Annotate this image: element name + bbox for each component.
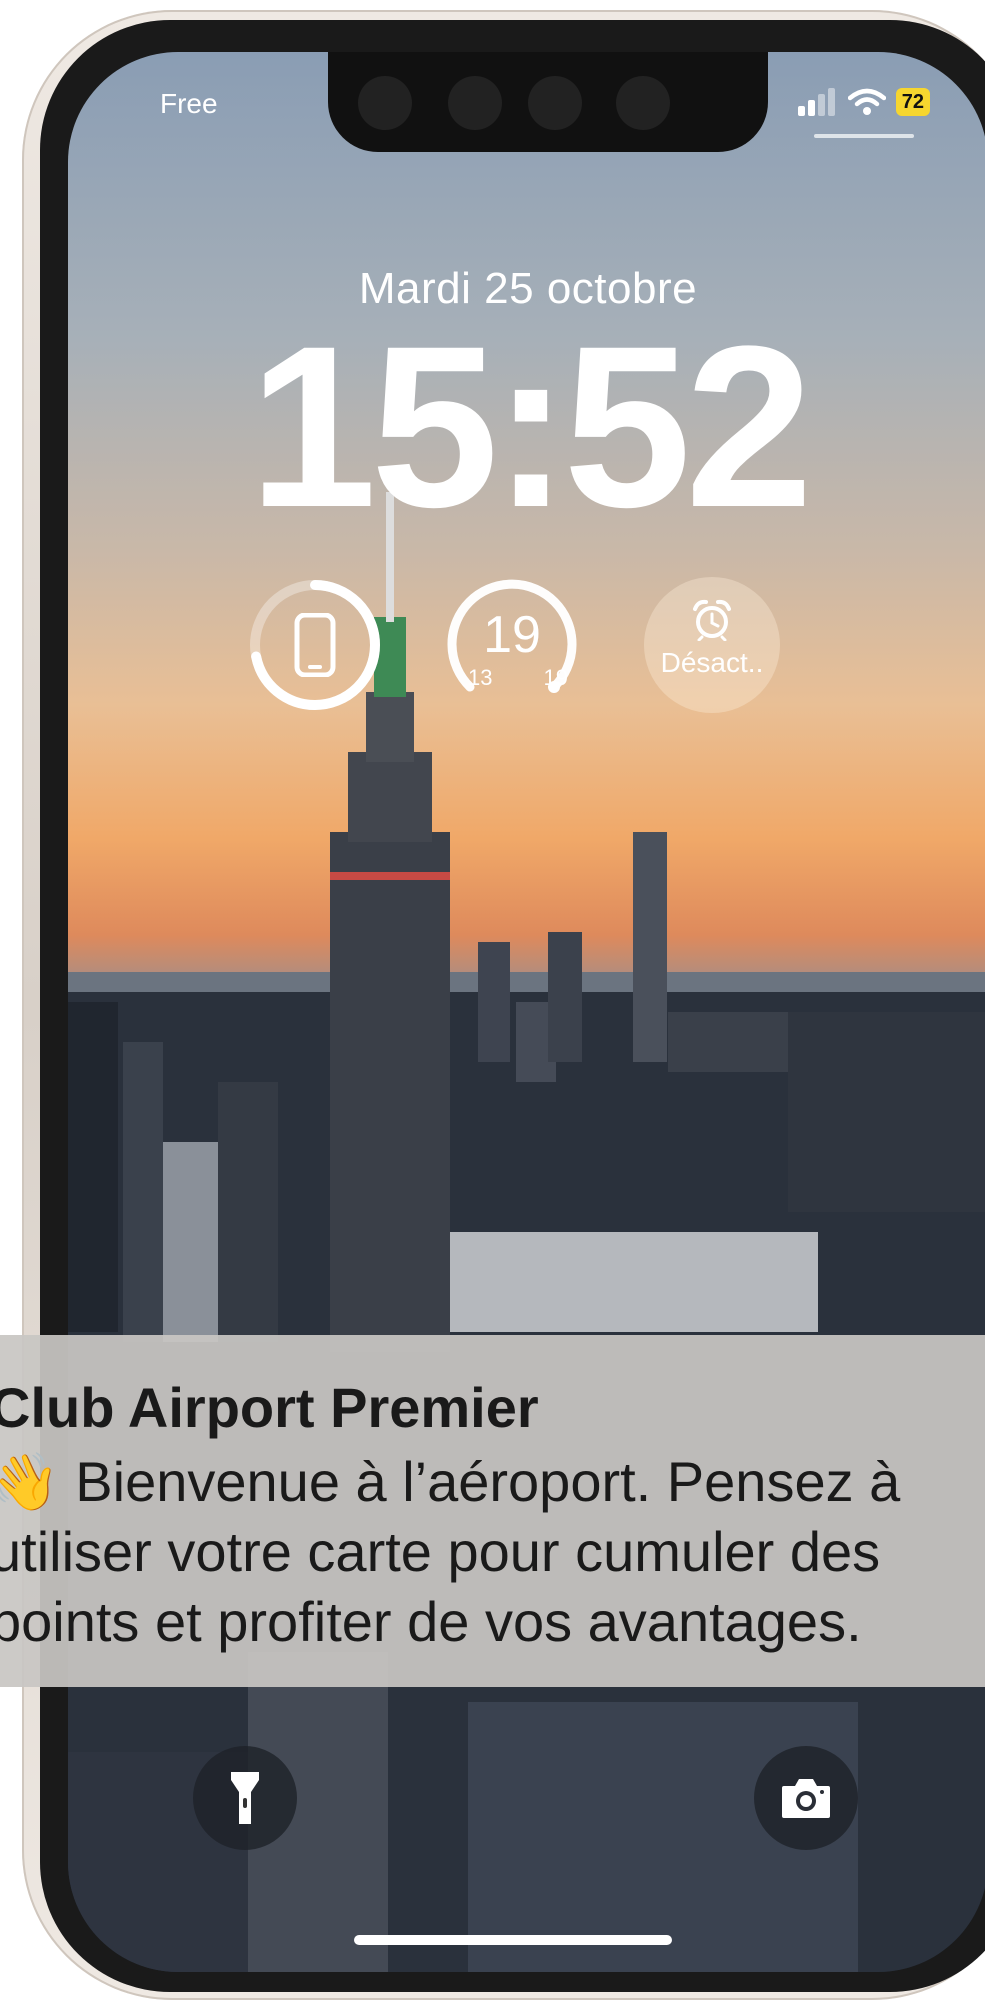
flashlight-button[interactable] [193, 1746, 297, 1850]
status-icons: 72 [797, 88, 930, 116]
temperature-current: 19 [483, 606, 541, 664]
flashlight-icon [231, 1772, 259, 1824]
cellular-signal-icon [797, 88, 835, 116]
alarm-widget[interactable]: Désact.. [644, 577, 780, 713]
camera-icon [782, 1779, 830, 1818]
notification-line-2: utiliser votre carte pour cumuler des [0, 1520, 881, 1583]
lock-time: 15:52 [248, 298, 813, 555]
weather-widget[interactable]: 19 13 19 [444, 577, 580, 713]
notification-line-1: 👋 Bienvenue à l’aéroport. Pensez à [0, 1447, 980, 1517]
camera-notch [328, 52, 768, 152]
alarm-status: Désact.. [660, 647, 764, 678]
wifi-icon [847, 88, 886, 115]
temperature-low: 13 [468, 665, 493, 690]
battery-widget[interactable] [247, 577, 383, 713]
home-indicator[interactable] [354, 1935, 672, 1945]
sensor [448, 76, 502, 130]
carrier-name: Free [160, 88, 218, 119]
notification-body: 👋 Bienvenue à l’aéroport. Pensez à utili… [0, 1447, 980, 1657]
front-camera [358, 76, 412, 130]
sensor [616, 76, 670, 130]
temperature-range: 13 19 [468, 665, 568, 691]
sensor [528, 76, 582, 130]
alarm-widget-background [644, 577, 780, 713]
alarm-clock-icon [693, 599, 731, 641]
camera-button[interactable] [754, 1746, 858, 1850]
notification-line-3: points et profiter de vos avantages. [0, 1590, 862, 1653]
control-center-indicator[interactable] [814, 134, 914, 138]
battery-badge: 72 [895, 88, 930, 116]
temperature-high: 19 [543, 665, 568, 690]
notification-banner[interactable]: Club Airport Premier 👋 Bienvenue à l’aér… [0, 1335, 985, 1687]
phone-icon [294, 613, 336, 677]
waving-hand-emoji: 👋 [0, 1450, 60, 1513]
notification-title: Club Airport Premier [0, 1376, 539, 1439]
